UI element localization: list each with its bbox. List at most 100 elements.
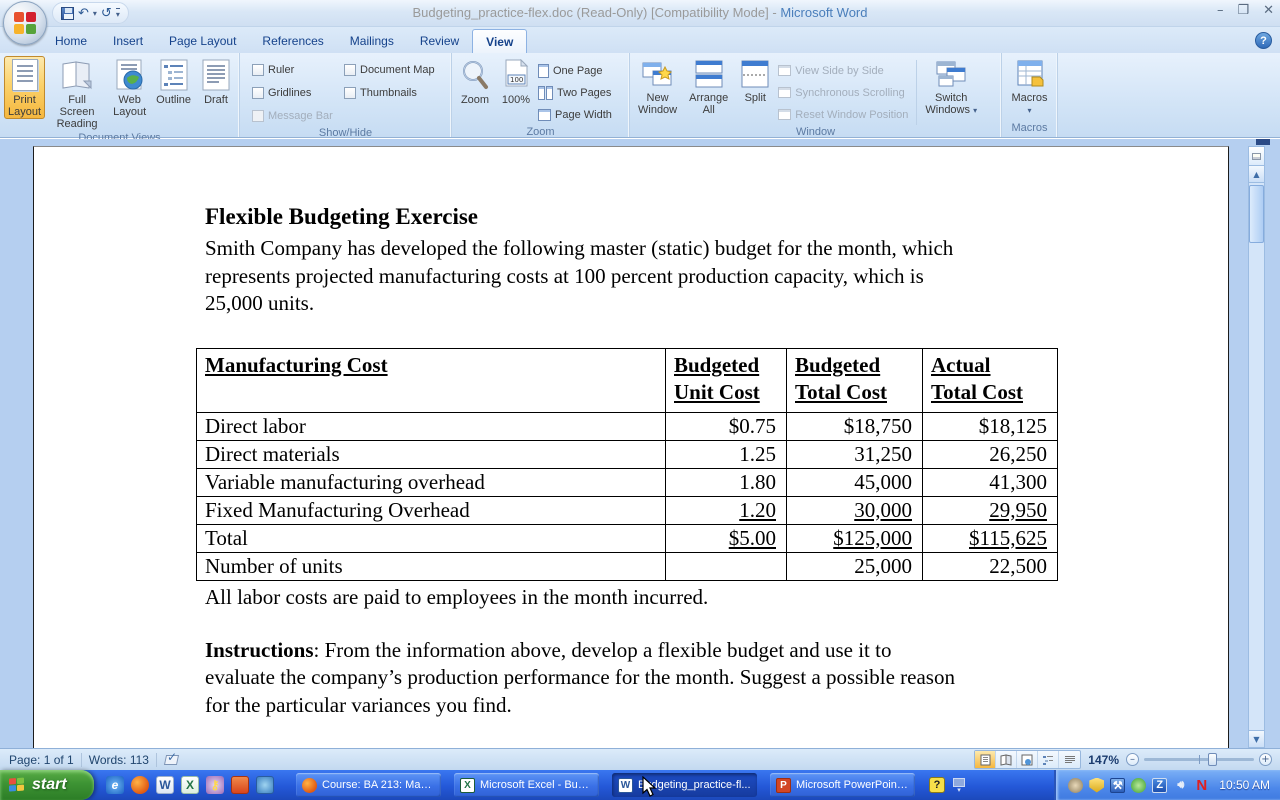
quick-launch-excel-icon[interactable]: X xyxy=(181,776,199,794)
zoom-100-button[interactable]: 100 100% xyxy=(497,56,535,107)
language-bar[interactable]: ▾ xyxy=(953,778,965,793)
tab-references[interactable]: References xyxy=(249,29,336,53)
col-header-budgeted-unit-cost: BudgetedUnit Cost xyxy=(666,348,787,412)
tab-insert[interactable]: Insert xyxy=(100,29,156,53)
switch-windows-button[interactable]: Switch Windows ▾ xyxy=(921,56,981,118)
full-screen-reading-view-button[interactable] xyxy=(996,751,1017,768)
tray-tools-icon[interactable]: ⚒ xyxy=(1110,778,1125,793)
one-page-icon xyxy=(538,64,549,78)
table-row: Number of units 25,000 22,500 xyxy=(197,552,1058,580)
draft-view-button[interactable] xyxy=(1059,751,1080,768)
tray-app1-icon[interactable] xyxy=(1068,778,1083,793)
tab-view[interactable]: View xyxy=(472,29,527,53)
group-document-views: Print Layout Full Screen Reading Web Lay… xyxy=(0,53,240,137)
proofing-status-icon[interactable]: ✓ xyxy=(164,753,179,766)
split-handle[interactable] xyxy=(1256,139,1270,145)
document-page[interactable]: Flexible Budgeting Exercise Smith Compan… xyxy=(33,146,1229,748)
minimize-button[interactable]: – xyxy=(1217,4,1224,17)
tab-mailings[interactable]: Mailings xyxy=(337,29,407,53)
scroll-down-button[interactable]: ▼ xyxy=(1249,730,1264,747)
zoom-slider-handle[interactable] xyxy=(1208,753,1217,766)
taskbar-window-word-active[interactable]: W Budgeting_practice-fl... xyxy=(612,773,757,797)
office-logo-icon xyxy=(14,12,36,34)
taskbar: start e W X ⚷ Course: BA 213: Man... X M… xyxy=(0,770,1280,800)
taskbar-window-excel[interactable]: X Microsoft Excel - Bud... xyxy=(454,773,599,797)
scroll-up-button[interactable]: ▲ xyxy=(1249,166,1264,183)
document-map-checkbox[interactable]: Document Map xyxy=(344,59,435,80)
start-button[interactable]: start xyxy=(0,770,94,800)
tray-zinio-icon[interactable]: Z xyxy=(1152,778,1167,793)
web-layout-button[interactable]: Web Layout xyxy=(109,56,150,119)
synchronous-scrolling-icon xyxy=(778,87,791,98)
split-button[interactable]: Split xyxy=(736,56,774,105)
quick-launch-word-icon[interactable]: W xyxy=(156,776,174,794)
tab-review[interactable]: Review xyxy=(407,29,472,53)
ruler-checkbox[interactable]: Ruler xyxy=(252,59,344,80)
quick-launch-ie-icon[interactable]: e xyxy=(106,776,124,794)
one-page-button[interactable]: One Page xyxy=(538,60,612,81)
page-indicator[interactable]: Page: 1 of 1 xyxy=(9,753,74,767)
macros-button[interactable]: Macros▾ xyxy=(1007,56,1051,118)
col-header-manufacturing-cost: Manufacturing Cost xyxy=(197,348,666,412)
title-bar: ↶ ▾ ↺ ▾ Budgeting_practice-flex.doc (Rea… xyxy=(0,0,1280,27)
quick-launch-ie-globe-icon[interactable] xyxy=(256,776,274,794)
ribbon: Print Layout Full Screen Reading Web Lay… xyxy=(0,53,1280,138)
view-side-by-side-button: View Side by Side xyxy=(778,60,908,81)
close-button[interactable]: ✕ xyxy=(1263,4,1274,17)
view-ruler-toggle[interactable] xyxy=(1249,147,1264,166)
arrange-all-button[interactable]: Arrange All xyxy=(685,56,732,117)
web-layout-icon xyxy=(115,59,145,91)
checkbox-icon[interactable] xyxy=(252,64,264,76)
scrollbar-thumb[interactable] xyxy=(1249,185,1264,243)
checkbox-icon[interactable] xyxy=(252,87,264,99)
two-pages-button[interactable]: Two Pages xyxy=(538,82,612,103)
tab-home[interactable]: Home xyxy=(42,29,100,53)
tray-green-app-icon[interactable] xyxy=(1131,778,1146,793)
reset-window-position-icon xyxy=(778,109,791,120)
print-layout-button[interactable]: Print Layout xyxy=(4,56,45,119)
print-layout-view-button[interactable] xyxy=(975,751,996,768)
outline-button[interactable]: Outline xyxy=(152,56,195,107)
taskbar-window-powerpoint[interactable]: P Microsoft PowerPoint ... xyxy=(770,773,915,797)
draft-button[interactable]: Draft xyxy=(197,56,235,107)
windows-logo-icon xyxy=(9,777,26,793)
page-width-button[interactable]: Page Width xyxy=(538,104,612,125)
checkbox-icon[interactable] xyxy=(344,87,356,99)
gridlines-checkbox[interactable]: Gridlines xyxy=(252,82,344,103)
quick-launch-capture-icon[interactable] xyxy=(231,776,249,794)
chevron-down-icon: ▾ xyxy=(973,106,977,115)
checkbox-icon[interactable] xyxy=(344,64,356,76)
svg-text:100: 100 xyxy=(510,76,523,84)
message-bar-checkbox: Message Bar xyxy=(252,105,344,126)
vertical-scrollbar[interactable]: ▲ ▼ xyxy=(1248,146,1265,748)
table-row: Direct materials 1.25 31,250 26,250 xyxy=(197,440,1058,468)
group-zoom: Zoom 100 100% One Page xyxy=(452,53,630,137)
clock[interactable]: 10:50 AM xyxy=(1219,778,1270,792)
taskbar-window-firefox[interactable]: Course: BA 213: Man... xyxy=(296,773,441,797)
zoom-slider-track[interactable] xyxy=(1144,758,1254,761)
quick-launch-firefox-icon[interactable] xyxy=(131,776,149,794)
full-screen-reading-button[interactable]: Full Screen Reading xyxy=(47,56,107,131)
document-intro: Smith Company has developed the followin… xyxy=(205,235,1094,318)
zoom-button[interactable]: Zoom xyxy=(456,56,494,107)
new-window-button[interactable]: New Window xyxy=(634,56,681,117)
outline-view-button[interactable] xyxy=(1038,751,1059,768)
group-window: New Window Arrange All Split Vie xyxy=(630,53,1002,137)
tray-volume-icon[interactable]: 🔊︎ xyxy=(1173,778,1188,793)
quick-launch-key-icon[interactable]: ⚷ xyxy=(206,776,224,794)
tray-shield-icon[interactable] xyxy=(1089,778,1104,793)
help-icon[interactable]: ? xyxy=(1255,32,1272,49)
web-layout-view-button[interactable] xyxy=(1017,751,1038,768)
zoom-level[interactable]: 147% xyxy=(1088,753,1119,767)
thumbnails-checkbox[interactable]: Thumbnails xyxy=(344,82,435,103)
tab-page-layout[interactable]: Page Layout xyxy=(156,29,249,53)
ruler-icon xyxy=(1252,153,1261,160)
office-button[interactable] xyxy=(3,1,47,45)
tray-novell-icon[interactable]: N xyxy=(1194,778,1209,793)
zoom-in-button[interactable]: + xyxy=(1259,753,1272,766)
word-count[interactable]: Words: 113 xyxy=(89,753,149,767)
restore-button[interactable]: ❒ xyxy=(1237,4,1249,17)
help-notification-icon[interactable]: ? xyxy=(929,777,945,793)
zoom-100-icon: 100 xyxy=(501,59,531,91)
zoom-out-button[interactable]: – xyxy=(1126,753,1139,766)
